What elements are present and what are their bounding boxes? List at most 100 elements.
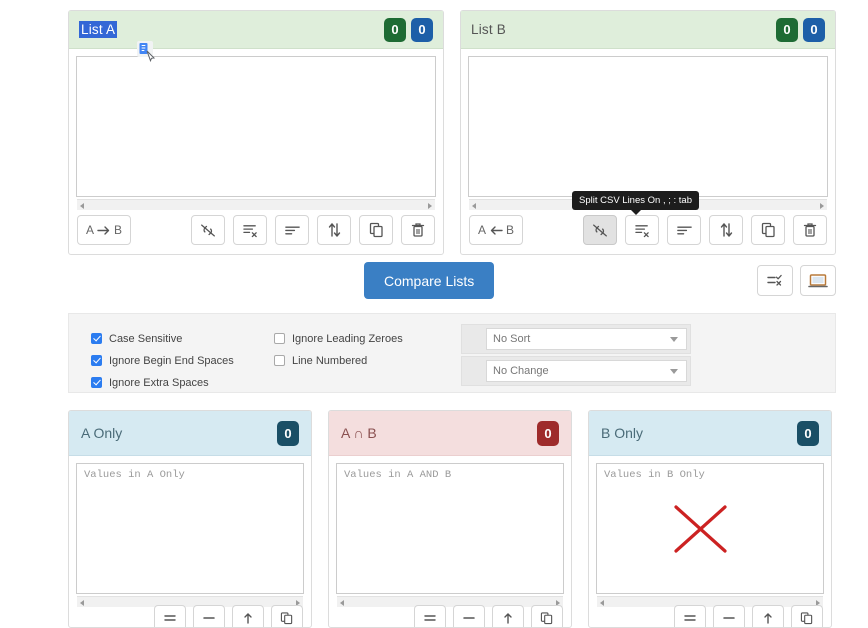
ignore-extra-spaces-label: Ignore Extra Spaces: [109, 376, 209, 389]
list-a-badge-total: 0: [384, 17, 406, 42]
compare-side-tools: [757, 265, 836, 296]
copy-icon: [280, 611, 293, 624]
b-only-lines-button[interactable]: [674, 605, 706, 627]
list-a-clear-button[interactable]: [401, 215, 435, 245]
result-panel-a-and-b: A ∩ B 0 Values in A AND B: [328, 410, 572, 628]
option-ignore-leading-zeroes[interactable]: Ignore Leading Zeroes: [274, 330, 403, 347]
transfer-b-label: B: [506, 223, 515, 237]
list-panel-a: List A 0 0 A B: [68, 10, 444, 255]
list-a-badges: 0 0: [384, 17, 433, 42]
transfer-b-to-a-button[interactable]: A B: [469, 215, 524, 245]
a-and-b-title: A ∩ B: [341, 425, 377, 441]
copy-drag-cursor-icon: [137, 41, 156, 63]
a-and-b-lines-button[interactable]: [414, 605, 446, 627]
a-and-b-count-badge: 0: [537, 420, 559, 446]
ignore-begin-end-spaces-checkbox[interactable]: [91, 355, 102, 366]
a-only-lines-button[interactable]: [154, 605, 186, 627]
copy-icon: [761, 222, 775, 238]
a-and-b-move-up-button[interactable]: [492, 605, 524, 627]
list-a-split-csv-button[interactable]: [191, 215, 225, 245]
list-b-split-csv-button[interactable]: [583, 215, 617, 245]
list-b-copy-button[interactable]: [751, 215, 785, 245]
option-case-sensitive[interactable]: Case Sensitive: [91, 330, 234, 347]
list-b-remove-duplicates-button[interactable]: [625, 215, 659, 245]
copy-icon: [369, 222, 383, 238]
remove-duplicates-icon: [634, 224, 649, 237]
list-b-toolbar: A B: [461, 206, 835, 254]
list-b-sort-button[interactable]: [709, 215, 743, 245]
options-panel: Case Sensitive Ignore Begin End Spaces I…: [68, 313, 836, 393]
result-panel-a-only: A Only 0 Values in A Only: [68, 410, 312, 628]
a-only-copy-button[interactable]: [271, 605, 303, 627]
list-a-copy-button[interactable]: [359, 215, 393, 245]
minus-icon: [463, 617, 475, 619]
option-ignore-begin-end-spaces[interactable]: Ignore Begin End Spaces: [91, 352, 234, 369]
ignore-leading-zeroes-checkbox[interactable]: [274, 333, 285, 344]
copy-icon: [800, 611, 813, 624]
sort-select[interactable]: No Sort: [486, 328, 687, 350]
list-b-input[interactable]: [468, 56, 828, 197]
option-line-numbered[interactable]: Line Numbered: [274, 352, 403, 369]
a-and-b-output[interactable]: Values in A AND B: [336, 463, 564, 594]
list-b-title[interactable]: List B: [471, 22, 506, 37]
transfer-b-label: B: [114, 223, 123, 237]
list-a-sort-button[interactable]: [317, 215, 351, 245]
case-select-wrap: No Change: [461, 356, 691, 386]
a-only-toolbar: [69, 605, 311, 627]
app-page: List A 0 0 A B List B 0 0 A B Split CSV …: [0, 0, 868, 628]
a-and-b-header: A ∩ B 0: [329, 411, 571, 456]
b-only-header: B Only 0: [589, 411, 831, 456]
list-b-badges: 0 0: [776, 17, 825, 42]
list-a-tools: [191, 215, 435, 245]
ignore-extra-spaces-checkbox[interactable]: [91, 377, 102, 388]
b-only-minus-button[interactable]: [713, 605, 745, 627]
case-select[interactable]: No Change: [486, 360, 687, 382]
line-numbered-checkbox[interactable]: [274, 355, 285, 366]
list-a-trim-lines-button[interactable]: [275, 215, 309, 245]
b-only-title: B Only: [601, 425, 644, 441]
a-only-textarea-wrap: Values in A Only: [69, 456, 311, 607]
list-a-toolbar: A B: [69, 206, 443, 254]
lines-icon: [424, 615, 436, 621]
case-sensitive-label: Case Sensitive: [109, 332, 183, 345]
chevron-down-icon: [670, 336, 678, 342]
compare-options-icon: [767, 274, 782, 286]
a-and-b-copy-button[interactable]: [531, 605, 563, 627]
split-csv-icon: [593, 223, 607, 237]
minus-icon: [723, 617, 735, 619]
minus-icon: [203, 617, 215, 619]
move-up-icon: [504, 612, 512, 624]
a-and-b-minus-button[interactable]: [453, 605, 485, 627]
sort-toggle-icon: [720, 223, 732, 237]
sort-toggle-icon: [328, 223, 340, 237]
b-only-move-up-button[interactable]: [752, 605, 784, 627]
list-a-title[interactable]: List A: [79, 21, 118, 38]
split-csv-tooltip: Split CSV Lines On , ; : tab: [572, 191, 699, 215]
list-a-remove-duplicates-button[interactable]: [233, 215, 267, 245]
split-csv-icon: [201, 223, 215, 237]
case-select-value: No Change: [493, 365, 549, 377]
a-only-minus-button[interactable]: [193, 605, 225, 627]
move-up-icon: [244, 612, 252, 624]
case-sensitive-checkbox[interactable]: [91, 333, 102, 344]
remove-duplicates-icon: [242, 224, 257, 237]
list-b-textarea-wrap: [461, 49, 835, 210]
list-a-input[interactable]: [76, 56, 436, 197]
a-only-move-up-button[interactable]: [232, 605, 264, 627]
compare-options-button[interactable]: [757, 265, 793, 296]
option-ignore-extra-spaces[interactable]: Ignore Extra Spaces: [91, 374, 234, 391]
a-and-b-toolbar: [329, 605, 571, 627]
options-column-left: Case Sensitive Ignore Begin End Spaces I…: [91, 330, 234, 396]
trim-lines-icon: [284, 226, 300, 235]
compare-lists-button[interactable]: Compare Lists: [364, 262, 495, 299]
compare-row: Compare Lists: [68, 262, 836, 300]
b-only-copy-button[interactable]: [791, 605, 823, 627]
list-b-trim-lines-button[interactable]: [667, 215, 701, 245]
transfer-a-to-b-button[interactable]: A B: [77, 215, 132, 245]
b-only-toolbar: [589, 605, 831, 627]
a-only-output[interactable]: Values in A Only: [76, 463, 304, 594]
b-only-count-badge: 0: [797, 420, 819, 446]
fullscreen-button[interactable]: [800, 265, 836, 296]
list-b-clear-button[interactable]: [793, 215, 827, 245]
trash-icon: [411, 223, 425, 237]
